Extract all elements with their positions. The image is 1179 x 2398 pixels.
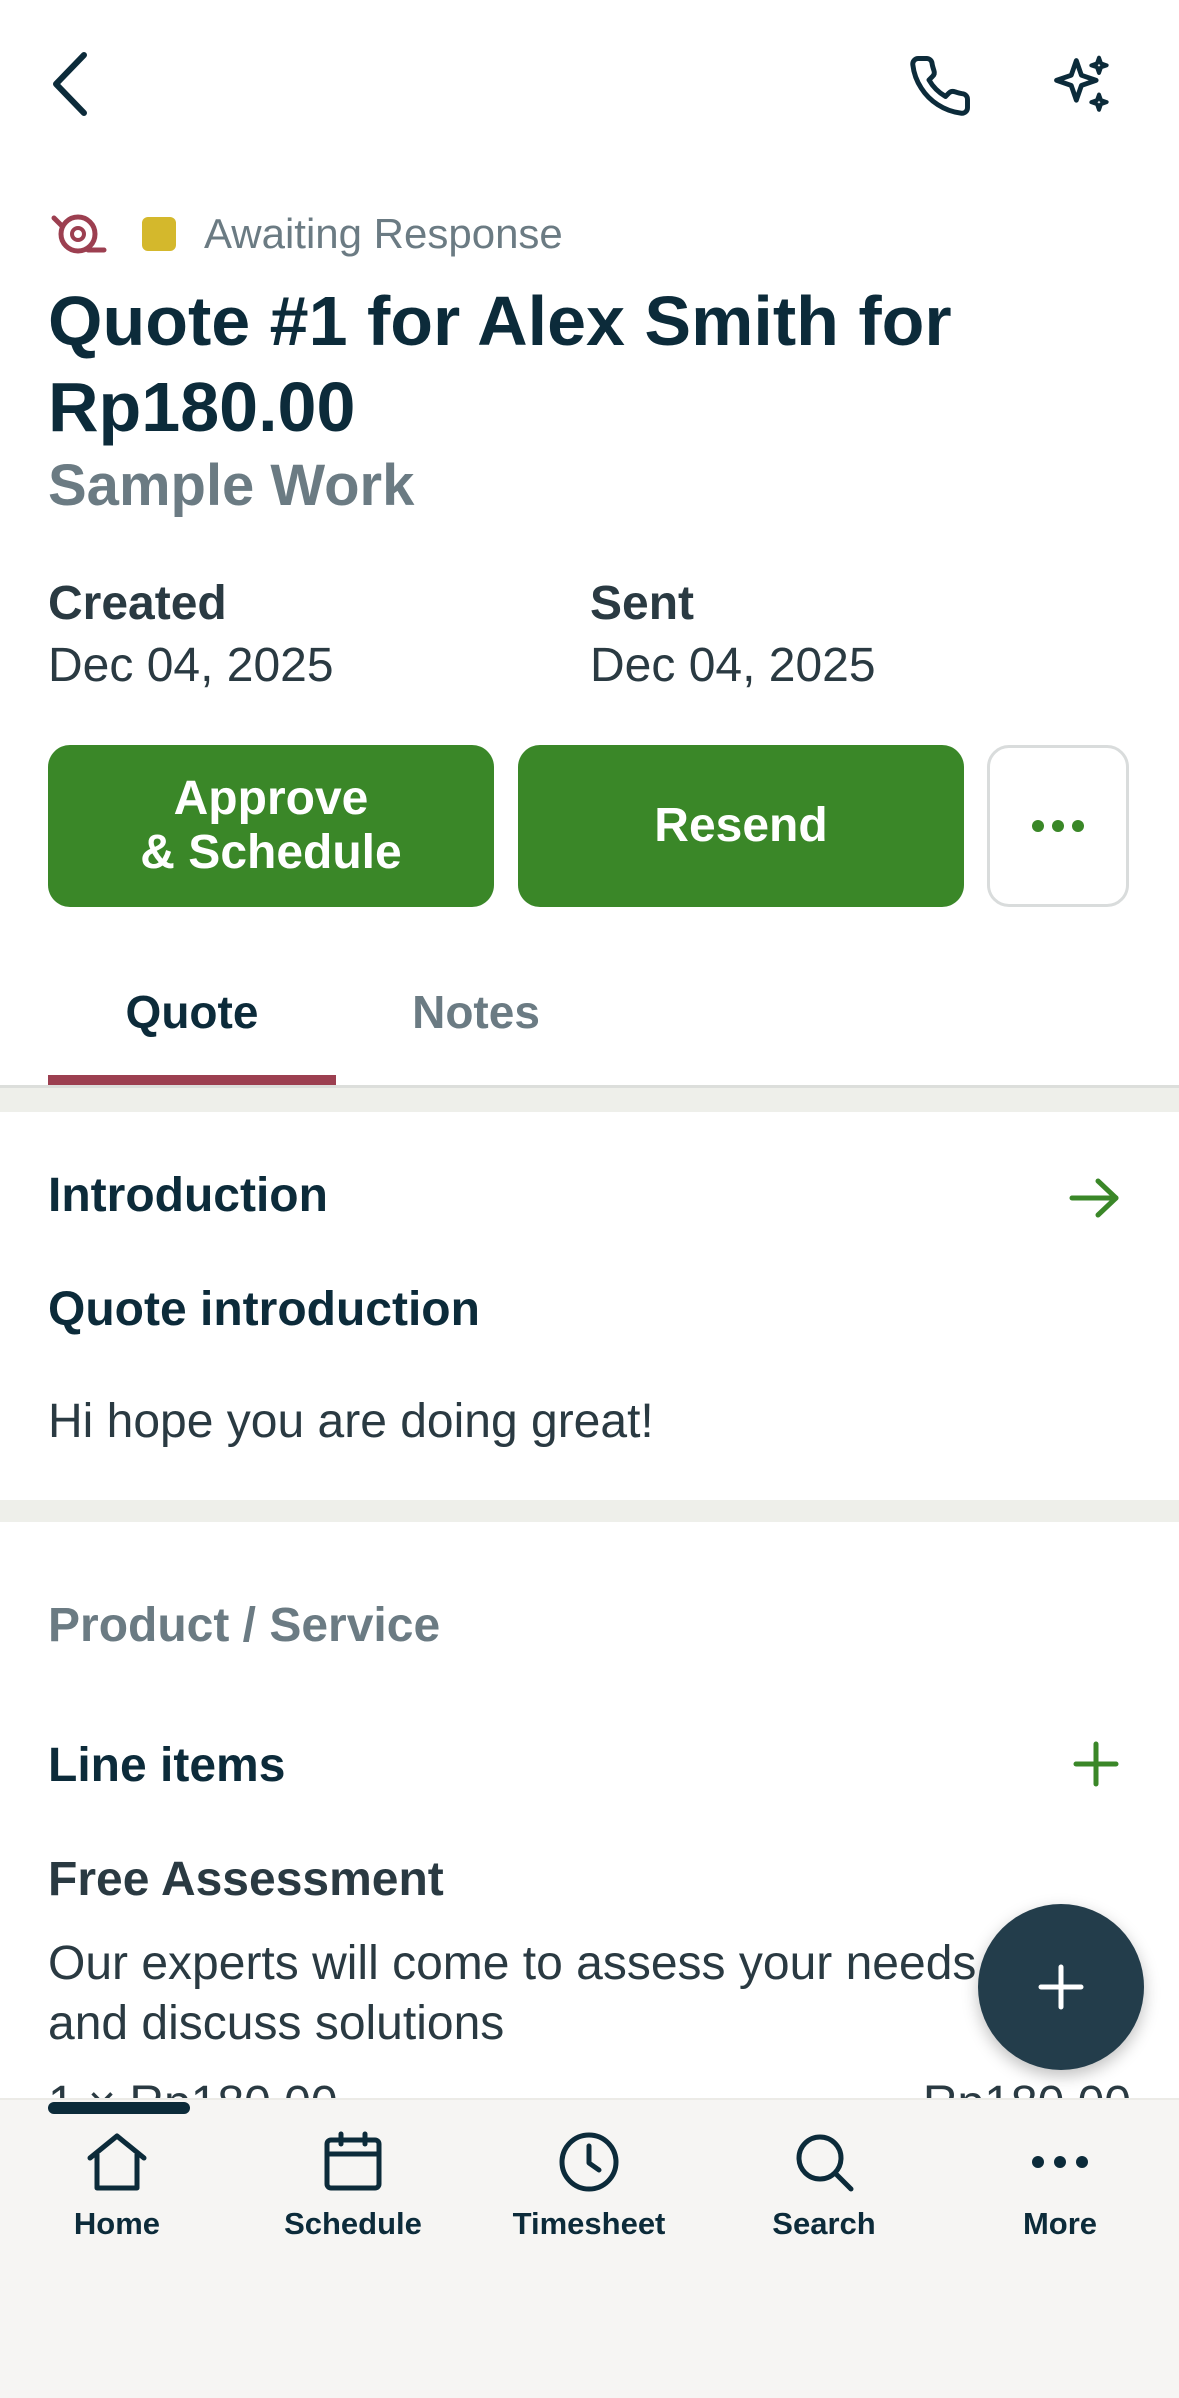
resend-button[interactable]: Resend xyxy=(518,745,964,907)
status-label: Awaiting Response xyxy=(204,210,563,257)
status-row: Awaiting Response xyxy=(48,200,563,268)
section-separator xyxy=(0,1088,1179,1112)
more-actions-button[interactable] xyxy=(987,745,1129,907)
tab-indicator xyxy=(48,1075,336,1085)
approve-label-line1: Approve xyxy=(173,772,369,825)
sent-label: Sent xyxy=(590,577,695,630)
approve-label-line2: & Schedule xyxy=(140,826,402,879)
nav-schedule-label: Schedule xyxy=(284,2206,422,2241)
sparkle-icon[interactable] xyxy=(1038,42,1126,130)
more-icon xyxy=(1028,2130,1092,2194)
back-icon[interactable] xyxy=(30,40,110,128)
tab-notes[interactable]: Notes xyxy=(360,985,592,1039)
calendar-icon xyxy=(321,2130,385,2194)
nav-search[interactable]: Search xyxy=(724,2130,924,2242)
clock-icon xyxy=(557,2130,621,2194)
quote-icon xyxy=(48,206,110,262)
search-icon xyxy=(792,2130,856,2194)
introduction-title: Introduction xyxy=(48,1169,328,1222)
nav-search-label: Search xyxy=(772,2206,876,2241)
bottom-navigation: Home Schedule Timesheet Search More xyxy=(0,2098,1179,2398)
nav-schedule[interactable]: Schedule xyxy=(253,2130,453,2242)
active-nav-indicator xyxy=(48,2102,190,2114)
line-item-name: Free Assessment xyxy=(48,1853,444,1906)
nav-more-label: More xyxy=(1022,2206,1098,2241)
phone-icon[interactable] xyxy=(896,42,984,130)
nav-more[interactable]: More xyxy=(960,2130,1160,2242)
add-fab-button[interactable] xyxy=(978,1904,1144,2070)
nav-home-label: Home xyxy=(73,2206,161,2241)
approve-schedule-button[interactable]: Approve & Schedule xyxy=(48,745,494,907)
line-item-description: Our experts will come to assess your nee… xyxy=(48,1937,977,2050)
tab-quote[interactable]: Quote xyxy=(48,985,336,1039)
plus-icon xyxy=(1037,1963,1085,2011)
home-icon xyxy=(82,2130,152,2194)
introduction-text: Hi hope you are doing great! xyxy=(48,1395,654,1448)
nav-timesheet-label: Timesheet xyxy=(512,2206,666,2241)
arrow-right-icon[interactable] xyxy=(1060,1166,1130,1230)
product-service-label: Product / Service xyxy=(48,1599,441,1652)
sent-date: Dec 04, 2025 xyxy=(590,639,876,692)
line-items-title: Line items xyxy=(48,1739,286,1792)
add-line-item-icon[interactable] xyxy=(1066,1730,1126,1798)
page-title: Quote #1 for Alex Smith for Rp180.00 xyxy=(48,282,952,446)
section-separator-2 xyxy=(0,1500,1179,1522)
quote-introduction-heading: Quote introduction xyxy=(48,1283,480,1336)
top-bar xyxy=(0,0,1179,170)
created-date: Dec 04, 2025 xyxy=(48,639,334,692)
status-indicator xyxy=(142,217,176,251)
job-title: Sample Work xyxy=(48,453,415,518)
created-label: Created xyxy=(48,577,227,630)
nav-timesheet[interactable]: Timesheet xyxy=(489,2130,689,2242)
nav-home[interactable]: Home xyxy=(17,2130,217,2242)
ellipsis-icon xyxy=(1031,819,1085,833)
